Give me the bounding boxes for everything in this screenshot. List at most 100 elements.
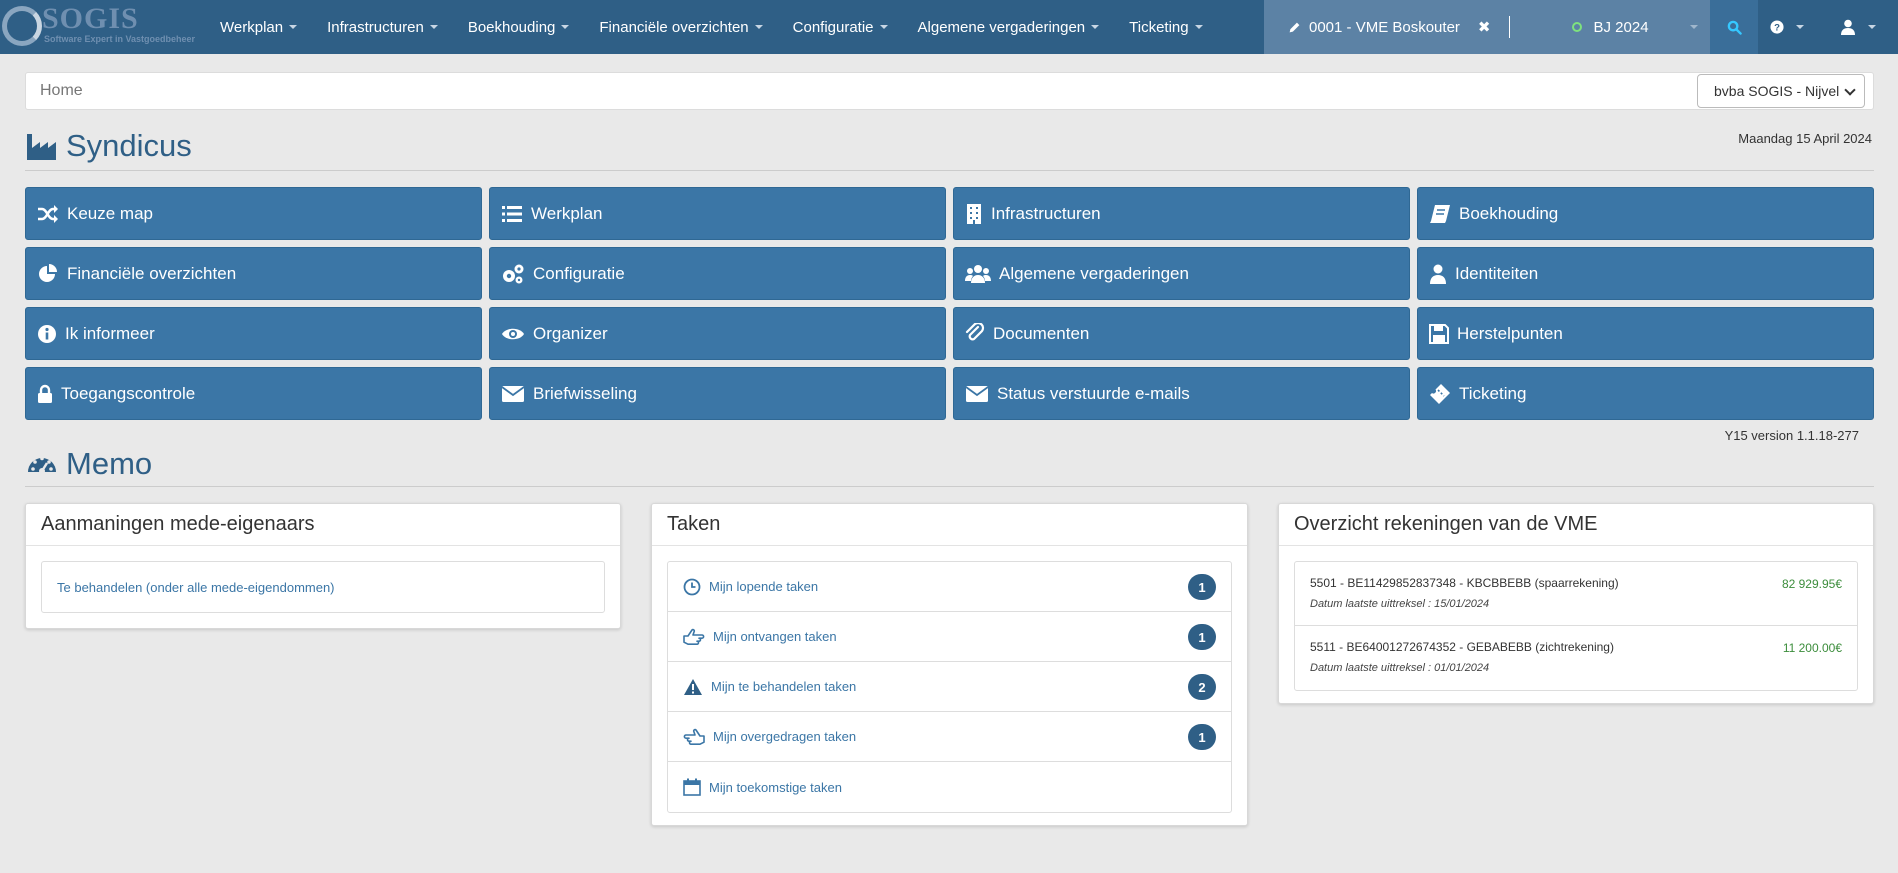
tile-ticketing[interactable]: Ticketing xyxy=(1417,367,1874,420)
fiscal-year[interactable]: BJ 2024 xyxy=(1571,18,1649,36)
tile-keuze-map[interactable]: Keuze map xyxy=(25,187,482,240)
divider xyxy=(25,170,1874,171)
caret-down-icon xyxy=(1091,25,1100,29)
fiscal-year-label: BJ 2024 xyxy=(1593,18,1649,36)
caret-down-icon[interactable] xyxy=(1690,25,1698,29)
tile-organizer[interactable]: Organizer xyxy=(489,307,946,360)
tile-boekhouding[interactable]: Boekhouding xyxy=(1417,187,1874,240)
eye-icon xyxy=(502,328,524,339)
tile-configuratie[interactable]: Configuratie xyxy=(489,247,946,300)
nav-configuratie[interactable]: Configuratie xyxy=(778,0,903,54)
task-label: Mijn te behandelen taken xyxy=(711,679,857,694)
tile-label: Configuratie xyxy=(533,263,625,283)
count-badge: 1 xyxy=(1188,724,1216,750)
dossier-name[interactable]: 0001 - VME Boskouter xyxy=(1288,19,1460,36)
account-name: 5511 - BE64001272674352 - GEBABEBB (zich… xyxy=(1310,640,1614,654)
task-row[interactable]: Mijn ontvangen taken 1 xyxy=(668,612,1231,662)
search-icon xyxy=(1727,20,1742,35)
task-row[interactable]: Mijn lopende taken 1 xyxy=(668,562,1231,612)
tile-briefwisseling[interactable]: Briefwisseling xyxy=(489,367,946,420)
company-select[interactable]: bvba SOGIS - Nijvel xyxy=(1697,74,1865,108)
tile-status-verstuurde-emails[interactable]: Status verstuurde e-mails xyxy=(953,367,1410,420)
panel-title: Aanmaningen mede-eigenaars xyxy=(26,504,620,546)
task-row[interactable]: Mijn te behandelen taken 2 xyxy=(668,662,1231,712)
help-menu[interactable]: ? xyxy=(1770,0,1804,54)
user-menu[interactable] xyxy=(1840,0,1876,54)
tile-label: Identiteiten xyxy=(1455,263,1539,283)
nav-label: Werkplan xyxy=(220,18,284,36)
accounts-panel: Overzicht rekeningen van de VME 5501 - B… xyxy=(1278,503,1874,704)
ticket-icon xyxy=(1430,383,1450,404)
tile-label: Briefwisseling xyxy=(533,383,637,403)
tile-label: Boekhouding xyxy=(1459,203,1559,223)
factory-icon xyxy=(27,134,56,160)
task-row[interactable]: Mijn toekomstige taken xyxy=(668,762,1231,812)
tile-infrastructuren[interactable]: Infrastructuren xyxy=(953,187,1410,240)
breadcrumb-home[interactable]: Home xyxy=(40,82,83,100)
tile-label: Status verstuurde e-mails xyxy=(997,383,1190,403)
save-icon xyxy=(1429,323,1449,344)
account-name: 5501 - BE11429852837348 - KBCBBEBB (spaa… xyxy=(1310,576,1619,590)
hand-left-icon xyxy=(683,728,705,745)
tasks-panel: Taken Mijn lopende taken 1 Mijn ontvange… xyxy=(651,503,1248,826)
calendar-icon xyxy=(683,778,701,796)
divider xyxy=(25,486,1874,487)
sogis-logo[interactable]: SOGIS Software Expert in Vastgoedbeheer xyxy=(0,0,205,54)
tile-label: Organizer xyxy=(533,323,608,343)
close-icon[interactable]: ✖ xyxy=(1478,18,1491,36)
account-balance: 11 200.00€ xyxy=(1782,641,1842,655)
account-row[interactable]: 5501 - BE11429852837348 - KBCBBEBB (spaa… xyxy=(1295,562,1857,626)
clock-icon xyxy=(683,578,701,595)
tile-algemene-vergaderingen[interactable]: Algemene vergaderingen xyxy=(953,247,1410,300)
nav-infrastructuren[interactable]: Infrastructuren xyxy=(312,0,453,54)
tile-werkplan[interactable]: Werkplan xyxy=(489,187,946,240)
tile-herstelpunten[interactable]: Herstelpunten xyxy=(1417,307,1874,360)
account-row[interactable]: 5511 - BE64001272674352 - GEBABEBB (zich… xyxy=(1295,626,1857,690)
warning-icon xyxy=(684,678,702,695)
task-label: Mijn ontvangen taken xyxy=(713,629,837,644)
tile-financiele-overzichten[interactable]: Financiële overzichten xyxy=(25,247,482,300)
panel-title: Taken xyxy=(652,504,1247,546)
caret-down-icon xyxy=(1868,25,1876,29)
status-circle-icon xyxy=(1571,22,1582,32)
account-balance: 82 929.95€ xyxy=(1781,577,1842,591)
users-icon xyxy=(965,264,991,283)
gears-icon xyxy=(503,264,524,283)
info-icon xyxy=(38,324,56,343)
user-icon xyxy=(1841,19,1855,35)
caret-down-icon xyxy=(879,25,888,29)
tile-label: Financiële overzichten xyxy=(67,263,237,283)
nav-algemene-vergaderingen[interactable]: Algemene vergaderingen xyxy=(903,0,1115,54)
nav-financiele-overzichten[interactable]: Financiële overzichten xyxy=(584,0,777,54)
paperclip-icon xyxy=(965,322,985,340)
main-menu: Werkplan Infrastructuren Boekhouding Fin… xyxy=(205,0,1218,54)
reminders-panel: Aanmaningen mede-eigenaars Te behandelen… xyxy=(25,503,621,629)
account-statement-date: Datum laatste uittreksel : 15/01/2024 xyxy=(1310,598,1490,610)
task-label: Mijn overgedragen taken xyxy=(713,729,857,744)
tile-label: Herstelpunten xyxy=(1457,323,1563,343)
logo-ring-icon xyxy=(2,6,42,46)
nav-werkplan[interactable]: Werkplan xyxy=(205,0,312,54)
task-row[interactable]: Mijn overgedragen taken 1 xyxy=(668,712,1231,762)
tile-identiteiten[interactable]: Identiteiten xyxy=(1417,247,1874,300)
tile-label: Ik informeer xyxy=(65,323,155,343)
logo-tagline: Software Expert in Vastgoedbeheer xyxy=(44,34,196,44)
dossier-selector[interactable]: 0001 - VME Boskouter ✖ BJ 2024 xyxy=(1264,0,1710,54)
tile-label: Documenten xyxy=(993,323,1090,343)
tasks-list: Mijn lopende taken 1 Mijn ontvangen take… xyxy=(667,561,1232,813)
search-button[interactable] xyxy=(1710,0,1758,54)
question-icon: ? xyxy=(1770,20,1784,34)
list-item-label: Te behandelen (onder alle mede-eigendomm… xyxy=(57,579,335,595)
tile-toegangscontrole[interactable]: Toegangscontrole xyxy=(25,367,482,420)
nav-ticketing[interactable]: Ticketing xyxy=(1114,0,1217,54)
chevron-down-icon xyxy=(1844,84,1856,96)
list-item[interactable]: Te behandelen (onder alle mede-eigendomm… xyxy=(42,562,604,612)
tile-label: Algemene vergaderingen xyxy=(999,263,1189,283)
section-title-text: Syndicus xyxy=(66,128,192,163)
tile-ik-informeer[interactable]: Ik informeer xyxy=(25,307,482,360)
current-date: Maandag 15 April 2024 xyxy=(1738,131,1872,146)
nav-label: Configuratie xyxy=(792,18,874,36)
nav-boekhouding[interactable]: Boekhouding xyxy=(453,0,585,54)
count-badge: 2 xyxy=(1188,674,1216,700)
tile-documenten[interactable]: Documenten xyxy=(953,307,1410,360)
